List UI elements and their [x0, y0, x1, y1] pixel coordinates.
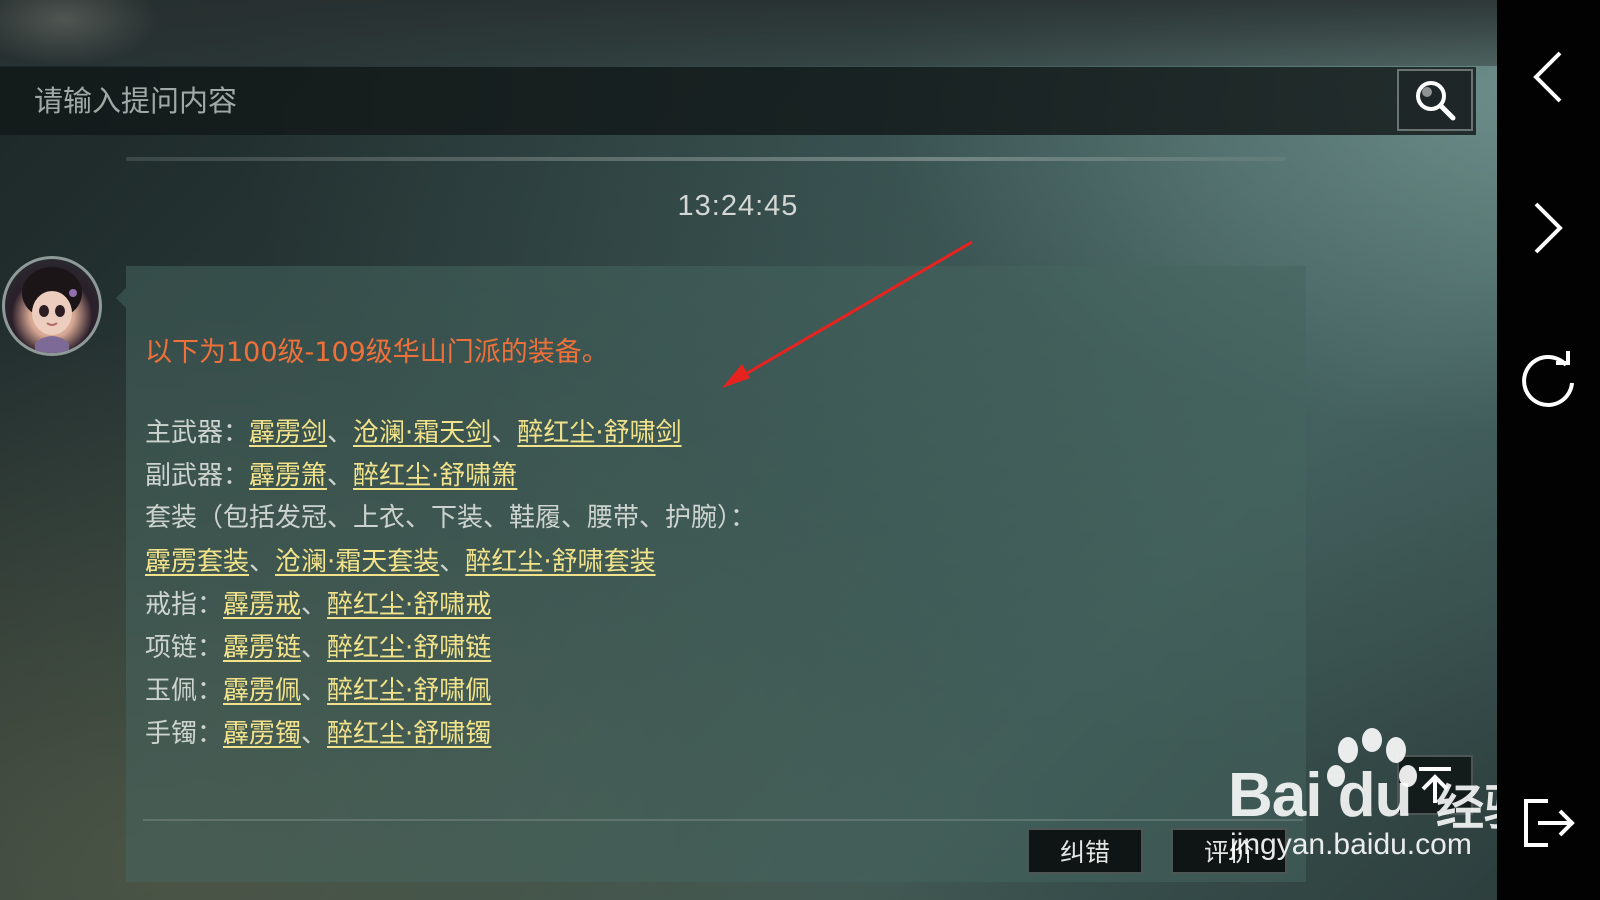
chevron-left-icon — [1533, 51, 1562, 103]
item-link[interactable]: 霹雳套装 — [145, 547, 249, 577]
correct-button[interactable]: 纠错 — [1027, 828, 1143, 874]
item-link[interactable]: 霹雳箫 — [249, 461, 327, 491]
item-link[interactable]: 醉红尘·舒啸箫 — [353, 461, 517, 491]
row-label: 玉佩： — [145, 676, 224, 706]
separator: 、 — [301, 590, 328, 620]
message-card: 以下为100级-109级华山门派的装备。 主武器：霹雳剑、沧澜·霜天剑、醉红尘·… — [116, 266, 1306, 882]
game-help-screen: 13:24:45 以下为100级-109级华山门派的装备。 主武器：霹雳剑、沧澜… — [0, 0, 1600, 900]
item-link[interactable]: 醉红尘·舒啸套装 — [465, 547, 655, 577]
separator: 、 — [439, 547, 466, 577]
separator: 、 — [301, 719, 328, 749]
chevron-right-icon — [1534, 202, 1563, 254]
row-label: 项链： — [145, 633, 224, 663]
exit-icon — [1524, 799, 1575, 847]
arrow-up-icon — [1419, 767, 1451, 803]
item-link[interactable]: 沧澜·霜天套装 — [275, 547, 439, 577]
item-link[interactable]: 霹雳链 — [223, 633, 301, 663]
top-divider — [126, 157, 1286, 161]
row-ring: 戒指：霹雳戒、醉红尘·舒啸戒 — [145, 584, 491, 621]
row-main-weapon: 主武器：霹雳剑、沧澜·霜天剑、醉红尘·舒啸剑 — [145, 412, 682, 449]
item-link[interactable]: 霹雳镯 — [223, 719, 301, 749]
row-set-links: 霹雳套装、沧澜·霜天套装、醉红尘·舒啸套装 — [145, 541, 656, 578]
item-link[interactable]: 霹雳佩 — [223, 676, 301, 706]
row-necklace: 项链：霹雳链、醉红尘·舒啸链 — [145, 627, 491, 664]
search-icon — [1416, 81, 1456, 121]
scroll-to-top-button[interactable] — [1397, 755, 1473, 815]
exit-button[interactable] — [1515, 790, 1581, 856]
row-label: 主武器： — [145, 418, 250, 448]
separator: 、 — [327, 461, 354, 491]
row-jade-pendant: 玉佩：霹雳佩、醉红尘·舒啸佩 — [145, 670, 491, 707]
item-link[interactable]: 醉红尘·舒啸剑 — [517, 418, 681, 448]
separator: 、 — [491, 418, 518, 448]
row-bracelet: 手镯：霹雳镯、醉红尘·舒啸镯 — [145, 713, 491, 750]
forward-button[interactable] — [1515, 195, 1581, 261]
refresh-icon — [1522, 351, 1574, 407]
refresh-button[interactable] — [1515, 348, 1581, 414]
item-link[interactable]: 醉红尘·舒啸佩 — [327, 676, 491, 706]
search-input[interactable] — [0, 66, 1476, 136]
message-timestamp: 13:24:45 — [677, 190, 799, 222]
row-label: 手镯： — [145, 719, 224, 749]
search-bar — [0, 66, 1476, 136]
annotation-arrow-icon — [722, 240, 973, 388]
separator: 、 — [249, 547, 276, 577]
card-divider — [143, 819, 1303, 821]
message-card-tail — [116, 288, 126, 308]
search-button[interactable] — [1397, 69, 1473, 131]
item-link[interactable]: 醉红尘·舒啸链 — [327, 633, 491, 663]
avatar-portrait-icon — [22, 267, 82, 353]
row-label: 副武器： — [145, 461, 250, 491]
top-decor-blob — [0, 0, 160, 66]
item-link[interactable]: 醉红尘·舒啸镯 — [327, 719, 491, 749]
separator: 、 — [301, 633, 328, 663]
rate-button[interactable]: 评价 — [1171, 828, 1287, 874]
row-label: 戒指： — [145, 590, 224, 620]
side-nav — [1497, 0, 1600, 900]
top-decor-strip — [0, 0, 1497, 66]
item-link[interactable]: 霹雳剑 — [249, 418, 327, 448]
separator: 、 — [301, 676, 328, 706]
row-set-heading: 套装（包括发冠、上衣、下装、鞋履、腰带、护腕）： — [145, 497, 756, 534]
row-sub-weapon: 副武器：霹雳箫、醉红尘·舒啸箫 — [145, 455, 517, 492]
item-link[interactable]: 霹雳戒 — [223, 590, 301, 620]
separator: 、 — [327, 418, 354, 448]
back-button[interactable] — [1515, 44, 1581, 110]
message-headline: 以下为100级-109级华山门派的装备。 — [145, 337, 609, 368]
item-link[interactable]: 沧澜·霜天剑 — [353, 418, 491, 448]
item-link[interactable]: 醉红尘·舒啸戒 — [327, 590, 491, 620]
row-label: 套装（包括发冠、上衣、下装、鞋履、腰带、护腕）： — [145, 503, 757, 533]
avatar[interactable] — [2, 256, 102, 356]
